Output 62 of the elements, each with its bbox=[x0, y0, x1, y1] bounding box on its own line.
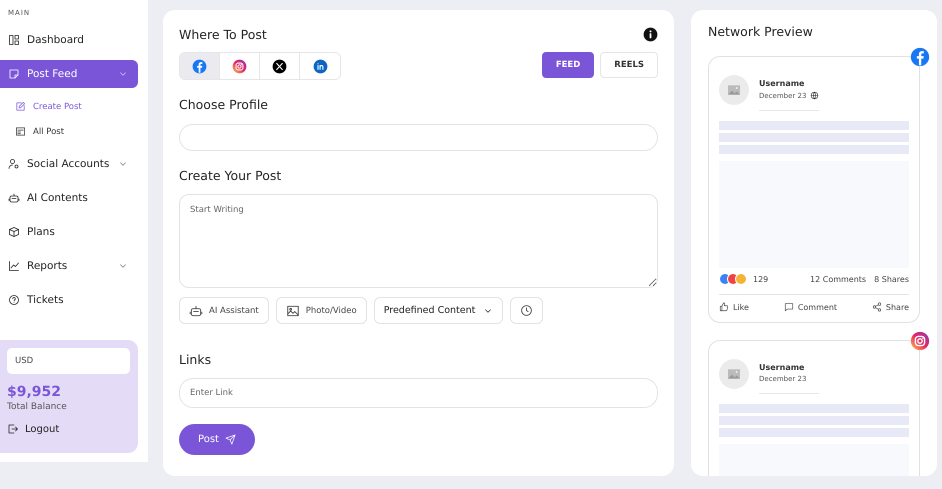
note-icon bbox=[8, 68, 20, 80]
ai-assistant-button[interactable]: AI Assistant bbox=[179, 297, 269, 324]
facebook-icon bbox=[192, 58, 207, 74]
post-text-area[interactable]: Start Writing bbox=[179, 194, 658, 288]
help-icon bbox=[8, 294, 20, 306]
profile-field[interactable] bbox=[179, 124, 658, 151]
reactions-icon bbox=[719, 273, 749, 285]
section-title: Where To Post bbox=[179, 27, 267, 42]
instagram-icon bbox=[232, 58, 247, 74]
nav-item[interactable]: Tickets bbox=[0, 286, 138, 314]
post-button[interactable]: Post bbox=[179, 424, 255, 455]
users-icon bbox=[8, 158, 20, 170]
section-title: Choose Profile bbox=[179, 97, 268, 112]
box-icon bbox=[8, 226, 20, 238]
link-field[interactable]: Enter Link bbox=[179, 378, 658, 408]
submenu-item[interactable]: All Post bbox=[15, 119, 64, 144]
dashboard-icon bbox=[8, 34, 20, 46]
balance-label: Total Balance bbox=[7, 402, 67, 412]
comment-count: 12 Comments bbox=[810, 274, 866, 284]
panel-title: Network Preview bbox=[708, 24, 813, 39]
robot-icon bbox=[8, 192, 20, 204]
edit-icon bbox=[15, 101, 26, 112]
section-title: Links bbox=[179, 352, 212, 367]
speech-bubble-icon bbox=[784, 302, 794, 312]
nav-item[interactable]: Reports bbox=[0, 252, 138, 280]
image-icon bbox=[286, 304, 300, 318]
list-icon bbox=[15, 126, 26, 137]
logout-link[interactable]: Logout bbox=[7, 423, 60, 435]
facebook-icon bbox=[910, 47, 930, 67]
linkedin-icon bbox=[312, 58, 328, 74]
nav-item[interactable]: Plans bbox=[0, 218, 138, 246]
send-icon bbox=[224, 434, 236, 445]
username: Username bbox=[759, 363, 804, 372]
share-icon bbox=[872, 302, 882, 312]
post-type-tab[interactable]: REELS bbox=[600, 52, 658, 78]
nav-item[interactable]: Dashboard bbox=[0, 26, 138, 54]
x-icon bbox=[272, 58, 287, 74]
nav-item[interactable]: Post Feed bbox=[0, 60, 138, 88]
robot-icon bbox=[189, 304, 203, 318]
balance-amount: $9,952 bbox=[7, 384, 62, 400]
username: Username bbox=[759, 79, 804, 88]
globe-icon bbox=[810, 91, 820, 100]
clock-icon bbox=[520, 304, 534, 317]
submenu-item[interactable]: Create Post bbox=[15, 94, 82, 119]
thumbs-up-icon bbox=[719, 302, 729, 312]
share-count: 8 Shares bbox=[874, 274, 909, 284]
action-button[interactable]: Comment bbox=[784, 300, 838, 314]
instagram-icon bbox=[910, 331, 930, 351]
schedule-button[interactable] bbox=[510, 297, 544, 324]
nav-item[interactable]: Social Accounts bbox=[0, 150, 138, 178]
action-button[interactable]: Share bbox=[872, 300, 909, 314]
currency-field[interactable]: USD bbox=[7, 348, 130, 374]
nav-item[interactable]: AI Contents bbox=[0, 184, 138, 212]
logout-icon bbox=[7, 423, 19, 435]
section-title: Create Your Post bbox=[179, 168, 282, 183]
info-icon bbox=[643, 27, 658, 42]
chart-icon bbox=[8, 260, 20, 272]
action-button[interactable]: Like bbox=[719, 300, 749, 314]
post-type-tab[interactable]: FEED bbox=[542, 52, 594, 78]
predefined-dropdown[interactable]: Predefined Content bbox=[374, 297, 504, 324]
reaction-count: 129 bbox=[753, 274, 768, 284]
photo-video-button[interactable]: Photo/Video bbox=[276, 297, 367, 324]
